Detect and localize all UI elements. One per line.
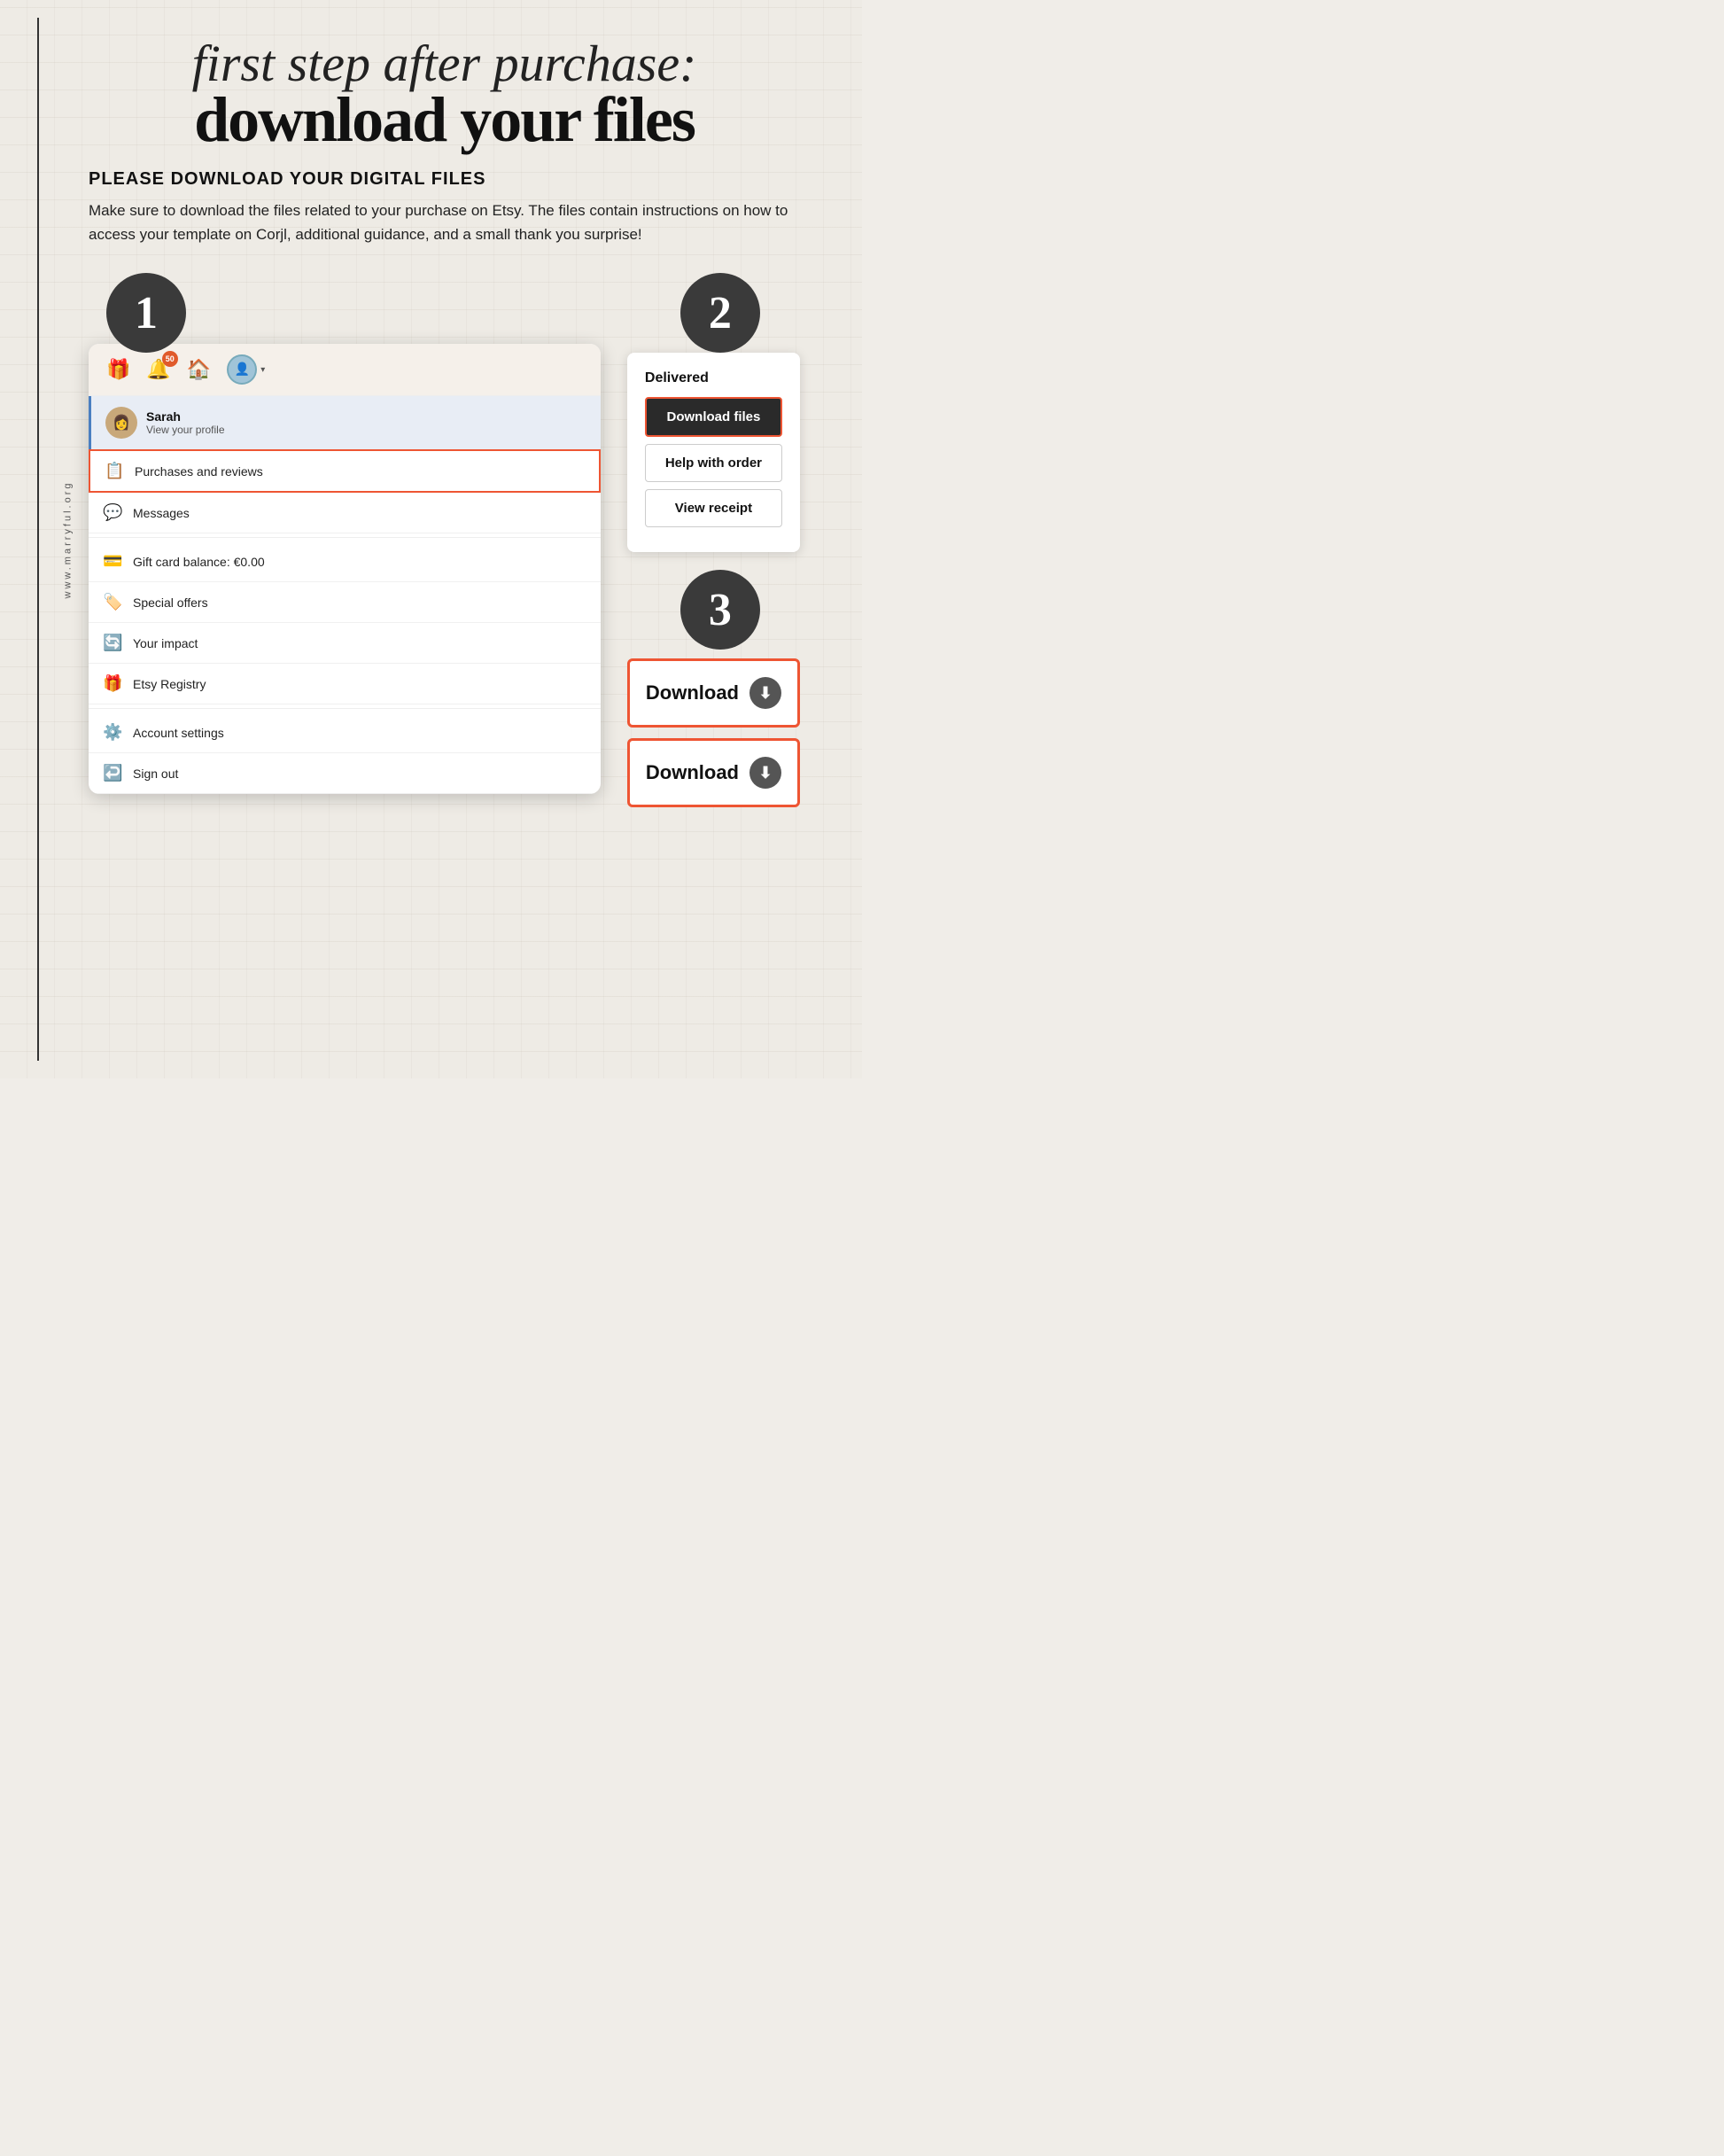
profile-avatar: 👩 bbox=[105, 407, 137, 439]
menu-item-label: Messages bbox=[133, 506, 190, 520]
avatar-dropdown[interactable]: 👤 ▾ bbox=[227, 354, 265, 385]
specialoffers-icon: 🏷️ bbox=[103, 593, 122, 611]
signout-icon: ↩️ bbox=[103, 764, 122, 782]
notification-wrapper: 🔔 50 bbox=[146, 358, 170, 381]
menu-item-registry[interactable]: 🎁 Etsy Registry bbox=[89, 664, 601, 704]
view-receipt-button[interactable]: View receipt bbox=[645, 489, 782, 527]
yourimpact-icon: 🔄 bbox=[103, 634, 122, 652]
download-icon-2: ⬇ bbox=[749, 757, 781, 789]
steps-container: 1 🎁 🔔 50 🏠 👤 ▾ bbox=[89, 273, 800, 818]
purchases-icon: 📋 bbox=[105, 462, 124, 480]
etsy-topbar: 🎁 🔔 50 🏠 👤 ▾ bbox=[89, 344, 601, 396]
description: Make sure to download the files related … bbox=[89, 198, 800, 246]
step2-section: 2 Delivered Download files Help with ord… bbox=[627, 273, 800, 552]
menu-item-label: Purchases and reviews bbox=[135, 464, 263, 479]
download-icon-1: ⬇ bbox=[749, 677, 781, 709]
menu-item-purchases[interactable]: 📋 Purchases and reviews bbox=[89, 449, 601, 493]
giftcard-icon: 💳 bbox=[103, 552, 122, 571]
delivered-label: Delivered bbox=[645, 370, 782, 386]
subtitle: PLEASE DOWNLOAD YOUR DIGITAL FILES bbox=[89, 169, 800, 190]
main-title: download your files bbox=[71, 88, 818, 152]
menu-item-label: Etsy Registry bbox=[133, 677, 206, 691]
download-label-2: Download bbox=[646, 761, 739, 784]
chevron-down-icon: ▾ bbox=[260, 365, 265, 375]
menu-item-label: Account settings bbox=[133, 726, 224, 740]
menu-item-label: Your impact bbox=[133, 636, 198, 650]
menu-item-settings[interactable]: ⚙️ Account settings bbox=[89, 712, 601, 753]
menu-item-giftcard[interactable]: 💳 Gift card balance: €0.00 bbox=[89, 541, 601, 582]
left-border bbox=[37, 18, 39, 1061]
gift-icon: 🎁 bbox=[106, 358, 130, 381]
etsy-menu: 🎁 🔔 50 🏠 👤 ▾ 👩 bbox=[89, 344, 601, 794]
registry-icon: 🎁 bbox=[103, 674, 122, 693]
menu-item-specialoffers[interactable]: 🏷️ Special offers bbox=[89, 582, 601, 623]
menu-profile[interactable]: 👩 Sarah View your profile bbox=[89, 396, 601, 449]
menu-item-messages[interactable]: 💬 Messages bbox=[89, 493, 601, 533]
step3-section: 3 Download ⬇ Download ⬇ bbox=[627, 570, 800, 818]
settings-icon: ⚙️ bbox=[103, 723, 122, 742]
messages-icon: 💬 bbox=[103, 503, 122, 522]
header-section: first step after purchase: download your… bbox=[71, 27, 818, 152]
download-label-1: Download bbox=[646, 681, 739, 704]
download-button-2[interactable]: Download ⬇ bbox=[627, 738, 800, 807]
watermark: www.marryful.org bbox=[62, 480, 73, 598]
profile-name: Sarah bbox=[146, 409, 225, 424]
profile-link: View your profile bbox=[146, 424, 225, 436]
profile-info: Sarah View your profile bbox=[146, 409, 225, 436]
avatar: 👤 bbox=[227, 354, 257, 385]
step2-panel: Delivered Download files Help with order… bbox=[627, 353, 800, 552]
menu-item-label: Sign out bbox=[133, 767, 178, 781]
content-area: PLEASE DOWNLOAD YOUR DIGITAL FILES Make … bbox=[71, 169, 818, 818]
notification-badge: 50 bbox=[162, 351, 178, 367]
menu-item-label: Gift card balance: €0.00 bbox=[133, 555, 265, 569]
step1-section: 1 🎁 🔔 50 🏠 👤 ▾ bbox=[89, 273, 601, 794]
menu-item-yourimpact[interactable]: 🔄 Your impact bbox=[89, 623, 601, 664]
menu-item-signout[interactable]: ↩️ Sign out bbox=[89, 753, 601, 794]
home-icon: 🏠 bbox=[187, 358, 211, 381]
right-column: 2 Delivered Download files Help with ord… bbox=[627, 273, 800, 818]
help-with-order-button[interactable]: Help with order bbox=[645, 444, 782, 482]
download-button-1[interactable]: Download ⬇ bbox=[627, 658, 800, 728]
page-wrapper: www.marryful.org first step after purcha… bbox=[0, 0, 862, 1078]
step3-number: 3 bbox=[680, 570, 760, 650]
menu-divider2 bbox=[89, 708, 601, 709]
step2-number: 2 bbox=[680, 273, 760, 353]
download-files-button[interactable]: Download files bbox=[645, 397, 782, 437]
menu-item-label: Special offers bbox=[133, 595, 208, 610]
menu-divider bbox=[89, 537, 601, 538]
step1-number: 1 bbox=[106, 273, 186, 353]
